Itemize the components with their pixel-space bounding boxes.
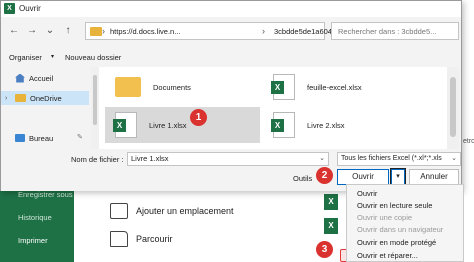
up-arrow-icon[interactable]: ↑ — [61, 24, 75, 38]
excel-app-icon: X — [4, 3, 15, 14]
chevron-down-icon[interactable]: ▾ — [51, 53, 54, 60]
filetype-select[interactable]: Tous les fichiers Excel (*.xl*;*.xls ⌄ — [337, 152, 461, 166]
home-icon — [15, 73, 25, 83]
navigation-pane: Accueil › OneDrive Bureau ✎ — [1, 67, 91, 149]
add-location-label: Ajouter un emplacement — [136, 206, 234, 216]
address-segment[interactable]: https://d.docs.live.n... — [110, 27, 180, 36]
menu-item-open-read-only[interactable]: Ouvrir en lecture seule — [357, 201, 432, 210]
new-folder-button[interactable]: Nouveau dossier — [65, 53, 121, 62]
filename-label: Nom de fichier : — [71, 155, 124, 164]
menu-item-open-in-browser: Ouvrir dans un navigateur — [357, 225, 444, 234]
open-options-menu: Ouvrir Ouvrir en lecture seule Ouvrir un… — [346, 184, 464, 262]
file-item-livre-2[interactable]: Livre 2.xlsx — [263, 107, 418, 143]
chevron-down-icon[interactable]: ⌄ — [319, 153, 325, 165]
menu-item-open-copy: Ouvrir une copie — [357, 213, 413, 222]
excel-file-icon — [113, 112, 137, 138]
dialog-toolbar: Organiser ▾ Nouveau dossier — [1, 49, 461, 67]
folder-icon — [110, 231, 128, 247]
cancel-button[interactable]: Annuler — [409, 169, 459, 185]
menu-item-open[interactable]: Ouvrir — [357, 189, 377, 198]
dialog-title: Ouvrir — [19, 4, 41, 13]
nav-item-label: Accueil — [29, 73, 54, 83]
scrollbar-thumb[interactable] — [93, 75, 97, 125]
nav-item-desktop[interactable]: Bureau — [5, 131, 53, 145]
excel-file-icon — [271, 112, 295, 138]
back-arrow-icon[interactable]: ← — [7, 24, 21, 38]
browse-item[interactable]: Parcourir — [110, 231, 173, 247]
nav-item-onedrive[interactable]: › OneDrive — [1, 91, 89, 105]
scrollbar-thumb[interactable] — [450, 77, 456, 137]
chevron-right-icon: › — [262, 26, 265, 36]
open-dialog: X Ouvrir ← → ⌄ ↑ › https://d.docs.live.n… — [0, 0, 462, 191]
nav-item-home[interactable]: Accueil — [5, 71, 53, 85]
search-placeholder: Rechercher dans : 3cbdde5... — [338, 27, 437, 36]
sidebar-item-history[interactable]: Historique — [18, 213, 52, 222]
open-options-arrow-button[interactable]: ▾ — [390, 168, 406, 186]
file-item-documents[interactable]: Documents — [105, 69, 260, 105]
address-bar[interactable]: › https://d.docs.live.n... › 3cbdde5de1a… — [85, 22, 340, 40]
organize-button[interactable]: Organiser — [9, 53, 42, 62]
desktop-icon — [15, 134, 25, 142]
add-location-item[interactable]: Ajouter un emplacement — [110, 203, 234, 219]
sidebar-item-print[interactable]: Imprimer — [18, 236, 48, 245]
recent-locations-chevron-icon[interactable]: ⌄ — [43, 24, 57, 38]
nav-item-label: OneDrive — [30, 93, 62, 103]
file-list-scrollbar[interactable] — [447, 67, 459, 149]
dialog-titlebar: X Ouvrir — [1, 1, 461, 17]
file-name: Livre 2.xlsx — [307, 120, 345, 130]
file-list: Documents feuille-excel.xlsx Livre 1.xls… — [99, 67, 447, 149]
globe-icon — [110, 203, 128, 219]
navigation-bar: ← → ⌄ ↑ › https://d.docs.live.n... › 3cb… — [1, 19, 461, 43]
chevron-right-icon: › — [102, 26, 105, 36]
tools-button[interactable]: Outils — [293, 174, 312, 183]
folder-icon — [90, 27, 102, 36]
forward-arrow-icon[interactable]: → — [25, 24, 39, 38]
file-item-livre-1[interactable]: Livre 1.xlsx — [105, 107, 260, 143]
chevron-down-icon: ⌄ — [451, 155, 457, 162]
step-badge-2: 2 — [316, 167, 333, 184]
excel-file-icon: X — [324, 194, 338, 210]
step-badge-3: 3 — [316, 241, 333, 258]
filetype-value: Tous les fichiers Excel (*.xl*;*.xls — [341, 155, 442, 162]
open-button[interactable]: Ouvrir — [337, 169, 389, 185]
step-badge-1: 1 — [190, 109, 207, 126]
filename-value: Livre 1.xlsx — [131, 154, 169, 163]
chevron-right-icon: › — [5, 94, 8, 102]
folder-icon — [15, 94, 26, 102]
folder-icon — [115, 77, 141, 97]
filename-input[interactable]: Livre 1.xlsx ⌄ — [127, 152, 329, 166]
file-name: Livre 1.xlsx — [149, 120, 187, 130]
file-name: feuille-excel.xlsx — [307, 82, 362, 92]
excel-file-icon — [271, 74, 295, 100]
menu-item-open-protected[interactable]: Ouvrir en mode protégé — [357, 238, 436, 247]
nav-item-label: Bureau — [29, 133, 54, 143]
menu-item-open-and-repair[interactable]: Ouvrir et réparer... — [357, 251, 418, 260]
excel-file-icon: X — [324, 218, 338, 234]
nav-pane-scrollbar[interactable] — [91, 67, 99, 149]
file-item-feuille-excel[interactable]: feuille-excel.xlsx — [263, 69, 418, 105]
pin-icon[interactable]: ✎ — [77, 133, 83, 141]
browse-label: Parcourir — [136, 234, 173, 244]
file-name: Documents — [153, 82, 191, 92]
search-input[interactable]: Rechercher dans : 3cbdde5... — [331, 22, 459, 40]
edge-text: etro — [463, 138, 474, 145]
sidebar-item-save-as[interactable]: Enregistrer sous — [18, 190, 73, 199]
